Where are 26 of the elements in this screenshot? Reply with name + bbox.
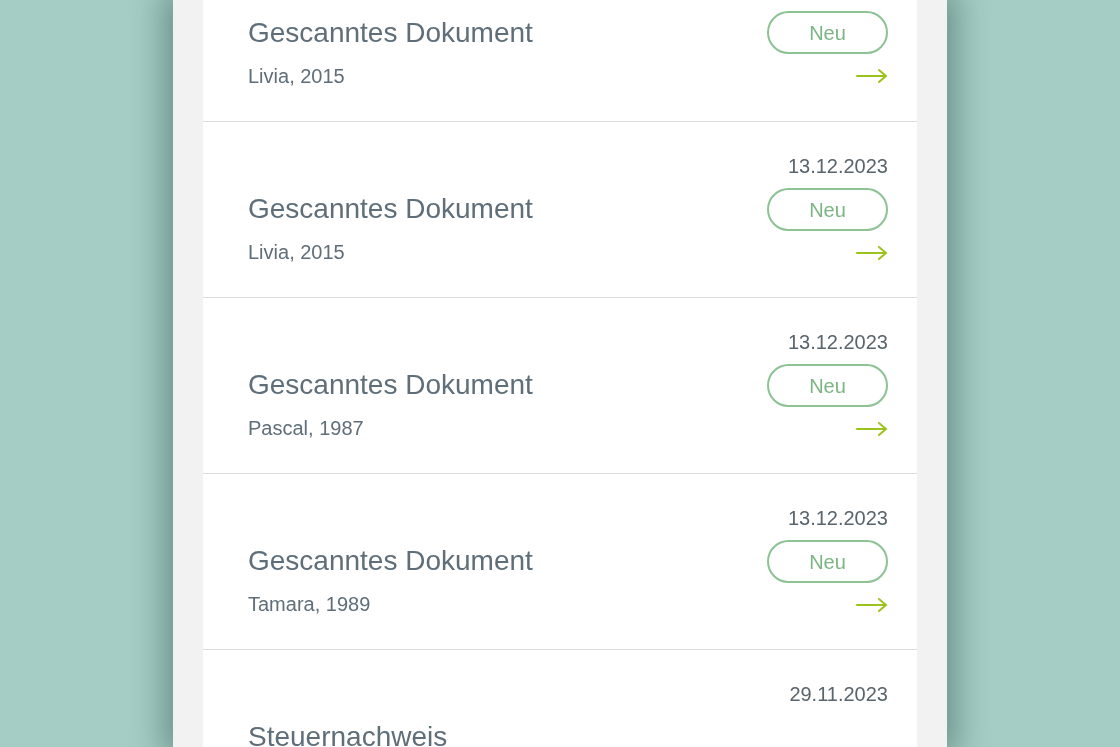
document-date: 13.12.2023 <box>787 331 888 353</box>
arrow-right-icon[interactable] <box>856 597 888 613</box>
document-title: Gescanntes Dokument <box>248 16 533 50</box>
document-row[interactable]: Gescanntes Dokument Tamara, 1989 13.12.2023 Neu <box>203 474 917 650</box>
document-date: 13.12.2023 <box>787 155 888 177</box>
document-title: Steuernachweis <box>248 720 448 747</box>
arrow-right-icon[interactable] <box>856 245 888 261</box>
document-row[interactable]: Gescanntes Dokument Pascal, 1987 13.12.2023 Neu <box>203 298 917 474</box>
document-title: Gescanntes Dokument <box>248 544 533 578</box>
new-badge: Neu <box>767 188 888 231</box>
document-row[interactable]: Gescanntes Dokument Livia, 2015 13.12.2023 Neu <box>203 122 917 298</box>
document-date: 13.12.2023 <box>787 507 888 529</box>
new-badge: Neu <box>767 11 888 54</box>
document-subtitle: Livia, 2015 <box>248 64 346 88</box>
new-badge: Neu <box>767 540 888 583</box>
new-badge: Neu <box>767 364 888 407</box>
document-subtitle: Pascal, 1987 <box>248 416 365 440</box>
arrow-right-icon[interactable] <box>856 68 888 84</box>
document-date: 29.11.2023 <box>789 683 888 705</box>
document-title: Gescanntes Dokument <box>248 192 533 226</box>
document-row[interactable]: Steuernachweis 29.11.2023 <box>203 650 917 747</box>
document-subtitle: Tamara, 1989 <box>248 592 372 616</box>
document-row[interactable]: Gescanntes Dokument Livia, 2015 Neu <box>203 0 917 122</box>
document-subtitle: Livia, 2015 <box>248 240 346 264</box>
arrow-right-icon[interactable] <box>856 421 888 437</box>
document-title: Gescanntes Dokument <box>248 368 533 402</box>
